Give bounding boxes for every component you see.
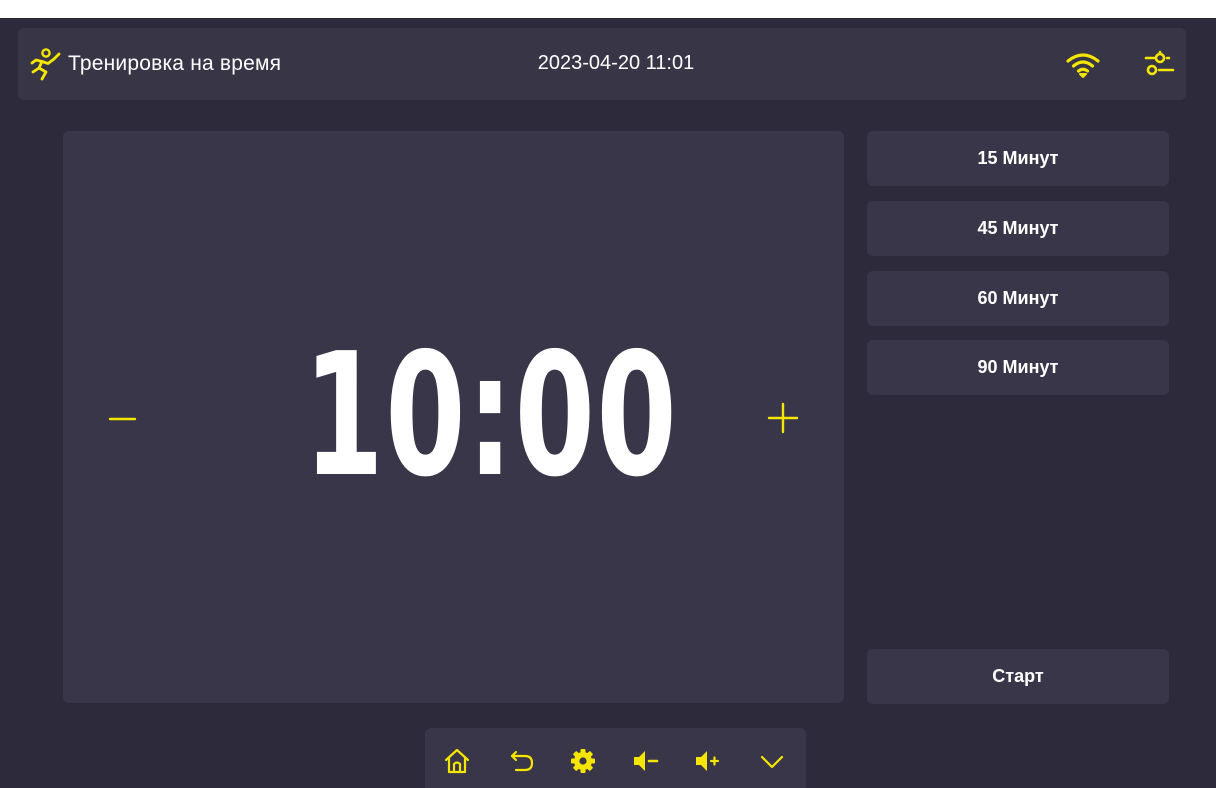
preset-45-button[interactable]: 45 Минут	[867, 201, 1169, 256]
timer-display: 10:00	[303, 317, 679, 515]
volume-down-icon[interactable]	[631, 746, 661, 776]
settings-sliders-icon[interactable]	[1143, 50, 1177, 80]
timer-panel: 10:00	[63, 131, 844, 703]
header-bar: Тренировка на время 2023-04-20 11:01	[18, 28, 1186, 100]
top-strip	[0, 0, 1216, 18]
start-button[interactable]: Старт	[867, 649, 1169, 704]
preset-15-button[interactable]: 15 Минут	[867, 131, 1169, 186]
preset-60-button[interactable]: 60 Минут	[867, 271, 1169, 326]
wifi-icon[interactable]	[1066, 52, 1100, 78]
page-title: Тренировка на время	[68, 52, 282, 75]
minus-icon[interactable]	[93, 399, 147, 439]
header-title-group: Тренировка на время	[26, 46, 281, 82]
chevron-down-icon[interactable]	[757, 746, 787, 776]
preset-90-button[interactable]: 90 Минут	[867, 340, 1169, 395]
home-icon[interactable]	[442, 746, 472, 776]
plus-icon[interactable]	[758, 393, 808, 443]
bottom-toolbar	[425, 728, 806, 788]
gear-icon[interactable]	[568, 746, 598, 776]
volume-up-icon[interactable]	[693, 746, 723, 776]
back-icon[interactable]	[507, 746, 537, 776]
runner-icon	[30, 48, 61, 81]
screen: Тренировка на время 2023-04-20 11:01 10:…	[0, 0, 1216, 788]
datetime-display: 2023-04-20 11:01	[537, 52, 695, 74]
